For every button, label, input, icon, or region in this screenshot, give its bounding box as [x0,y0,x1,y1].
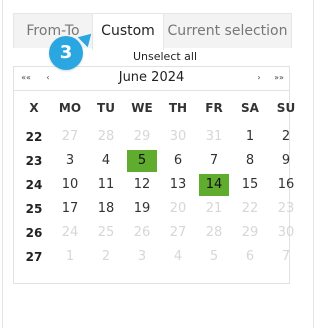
calendar-day[interactable]: 30 [271,222,301,244]
calendar-day[interactable]: 29 [127,126,157,148]
calendar-nav: «« ‹ June 2024 › »» [14,67,289,91]
prev-year-button[interactable]: «« [19,70,33,86]
calendar-day[interactable]: 5 [199,246,229,268]
week-number[interactable]: 25 [16,198,52,220]
calendar-day[interactable]: 30 [163,126,193,148]
weekday-header: SA [241,101,259,115]
calendar-day[interactable]: 20 [163,198,193,220]
calendar-day[interactable]: 23 [271,198,301,220]
calendar-day[interactable]: 8 [235,150,265,172]
calendar-day[interactable]: 27 [163,222,193,244]
calendar-day[interactable]: 24 [55,222,85,244]
weekday-header: TU [97,101,115,115]
week-number[interactable]: 26 [16,222,52,244]
calendar-day[interactable]: 7 [199,150,229,172]
calendar-day[interactable]: 4 [91,150,121,172]
calendar-day[interactable]: 4 [163,246,193,268]
calendar-day[interactable]: 28 [91,126,121,148]
weekday-header: FR [205,101,223,115]
weekday-header: TH [168,101,188,115]
calendar-day[interactable]: 1 [235,126,265,148]
calendar-day[interactable]: 28 [199,222,229,244]
weekday-header: WE [131,101,153,115]
week-number[interactable]: 27 [16,246,52,268]
calendar-day[interactable]: 17 [55,198,85,220]
calendar-day[interactable]: 9 [271,150,301,172]
calendar-day[interactable]: 27 [55,126,85,148]
week-number[interactable]: 23 [16,150,52,172]
month-label: June 2024 [118,70,185,85]
calendar-day[interactable]: 19 [127,198,157,220]
calendar-day[interactable]: 6 [235,246,265,268]
calendar-day[interactable]: 12 [127,174,157,196]
calendar-day[interactable]: 6 [163,150,193,172]
tab-custom[interactable]: Custom [92,13,164,50]
calendar-day[interactable]: 2 [271,126,301,148]
calendar-day[interactable]: 2 [91,246,121,268]
calendar-day[interactable]: 29 [235,222,265,244]
calendar-day[interactable]: 18 [91,198,121,220]
calendar-day[interactable]: 7 [271,246,301,268]
calendar-day[interactable]: 13 [163,174,193,196]
calendar-day[interactable]: 3 [127,246,157,268]
calendar-day-selected[interactable]: 14 [199,174,229,196]
prev-month-button[interactable]: ‹ [41,70,55,86]
week-number[interactable]: 22 [16,126,52,148]
next-month-button[interactable]: › [252,70,266,86]
calendar-day[interactable]: 1 [55,246,85,268]
calendar-day-selected[interactable]: 5 [127,150,157,172]
calendar-day[interactable]: 22 [235,198,265,220]
unselect-all-link[interactable]: Unselect all [120,50,210,63]
tab-current-selection[interactable]: Current selection [163,13,292,48]
calendar-day[interactable]: 31 [199,126,229,148]
calendar-day[interactable]: 25 [91,222,121,244]
week-number[interactable]: 24 [16,174,52,196]
calendar-day[interactable]: 26 [127,222,157,244]
next-year-button[interactable]: »» [272,70,286,86]
weekday-header: SU [276,101,296,115]
calendar-day[interactable]: 10 [55,174,85,196]
calendar-day[interactable]: 3 [55,150,85,172]
step-badge: 3 [49,36,83,70]
calendar-day[interactable]: 11 [91,174,121,196]
week-column-header: X [29,101,39,115]
calendar-day[interactable]: 16 [271,174,301,196]
calendar: «« ‹ June 2024 › »» X MO TU WE TH FR SA SU 22 27 2… [13,66,295,284]
calendar-day[interactable]: 21 [199,198,229,220]
calendar-day[interactable]: 15 [235,174,265,196]
weekday-header: MO [58,101,82,115]
